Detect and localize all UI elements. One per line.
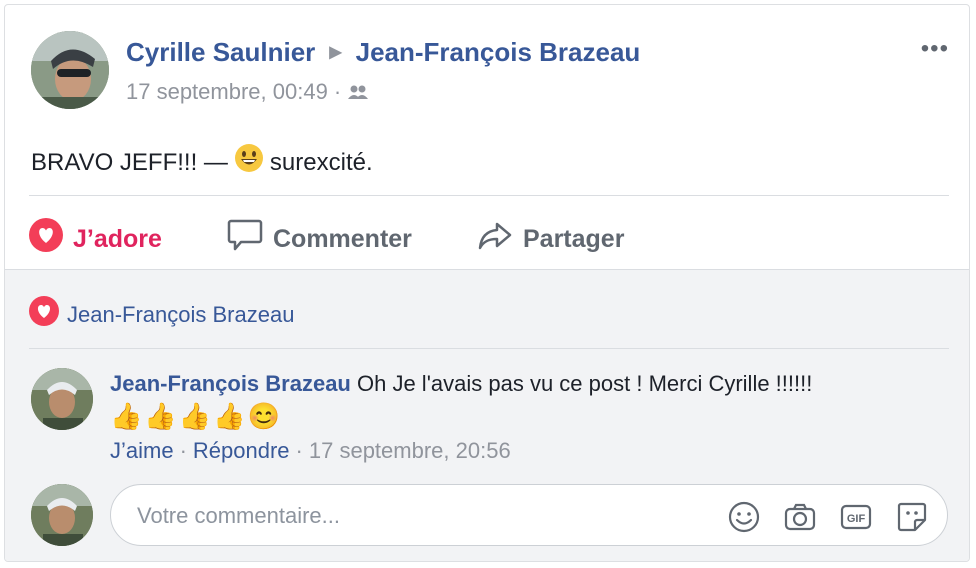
more-options-button[interactable]: ••• <box>921 35 949 63</box>
sticker-icon[interactable] <box>895 500 929 534</box>
thumbs-up-icon: 👍👍👍👍😊 <box>110 401 282 431</box>
comment-text: Oh Je l'avais pas vu ce post ! Merci Cyr… <box>357 371 813 396</box>
post-card: Cyrille Saulnier ▶ Jean-François Brazeau 1… <box>4 4 970 562</box>
post-actions: J’adore Commenter Partager <box>5 196 969 270</box>
share-button[interactable]: Partager <box>477 218 624 263</box>
comment-actions: J’aime · Répondre · 17 septembre, 20:56 <box>110 438 511 463</box>
heart-icon <box>29 218 63 259</box>
post-header: Cyrille Saulnier ▶ Jean-François Brazeau 1… <box>5 5 969 125</box>
like-comment-button[interactable]: J’aime <box>110 438 174 463</box>
post-text: BRAVO JEFF!!! — surexcité. <box>31 143 373 184</box>
target-name-link[interactable]: Jean-François Brazeau <box>356 37 641 67</box>
comment: Jean-François Brazeau Oh Je l'avais pas … <box>110 368 940 434</box>
comment-author-link[interactable]: Jean-François Brazeau <box>110 371 351 396</box>
share-icon <box>477 218 513 259</box>
post-title: Cyrille Saulnier ▶ Jean-François Brazeau <box>126 37 640 68</box>
author-avatar[interactable] <box>31 31 109 109</box>
feeling-label: surexcité. <box>269 148 373 176</box>
comment-icon <box>227 218 263 259</box>
post-meta: 17 septembre, 00:49 · <box>126 79 369 105</box>
grinning-face-icon <box>234 143 264 180</box>
camera-icon[interactable] <box>783 500 817 534</box>
svg-text:GIF: GIF <box>847 513 866 525</box>
divider <box>29 348 949 349</box>
author-name-link[interactable]: Cyrille Saulnier <box>126 37 315 67</box>
emoji-icon[interactable] <box>727 500 761 534</box>
post-timestamp[interactable]: 17 septembre, 00:49 <box>126 79 328 104</box>
current-user-avatar[interactable] <box>31 484 93 546</box>
comments-section: Jean-François Brazeau Jean-François Braz… <box>5 269 969 561</box>
reply-button[interactable]: Répondre <box>193 438 290 463</box>
comment-button[interactable]: Commenter <box>227 218 412 263</box>
love-button[interactable]: J’adore <box>29 218 162 263</box>
friends-icon[interactable] <box>347 79 369 104</box>
gif-icon[interactable]: GIF <box>839 500 873 534</box>
heart-reaction-icon <box>29 296 59 332</box>
post-message: BRAVO JEFF!!! — <box>31 148 228 176</box>
comment-composer: GIF <box>110 484 948 546</box>
reaction-names: Jean-François Brazeau <box>67 301 295 327</box>
commenter-avatar[interactable] <box>31 368 93 430</box>
arrow-right-icon: ▶ <box>329 44 342 61</box>
reactions-summary[interactable]: Jean-François Brazeau <box>29 296 294 336</box>
comment-input[interactable] <box>135 499 699 533</box>
comment-timestamp[interactable]: 17 septembre, 20:56 <box>309 438 511 463</box>
